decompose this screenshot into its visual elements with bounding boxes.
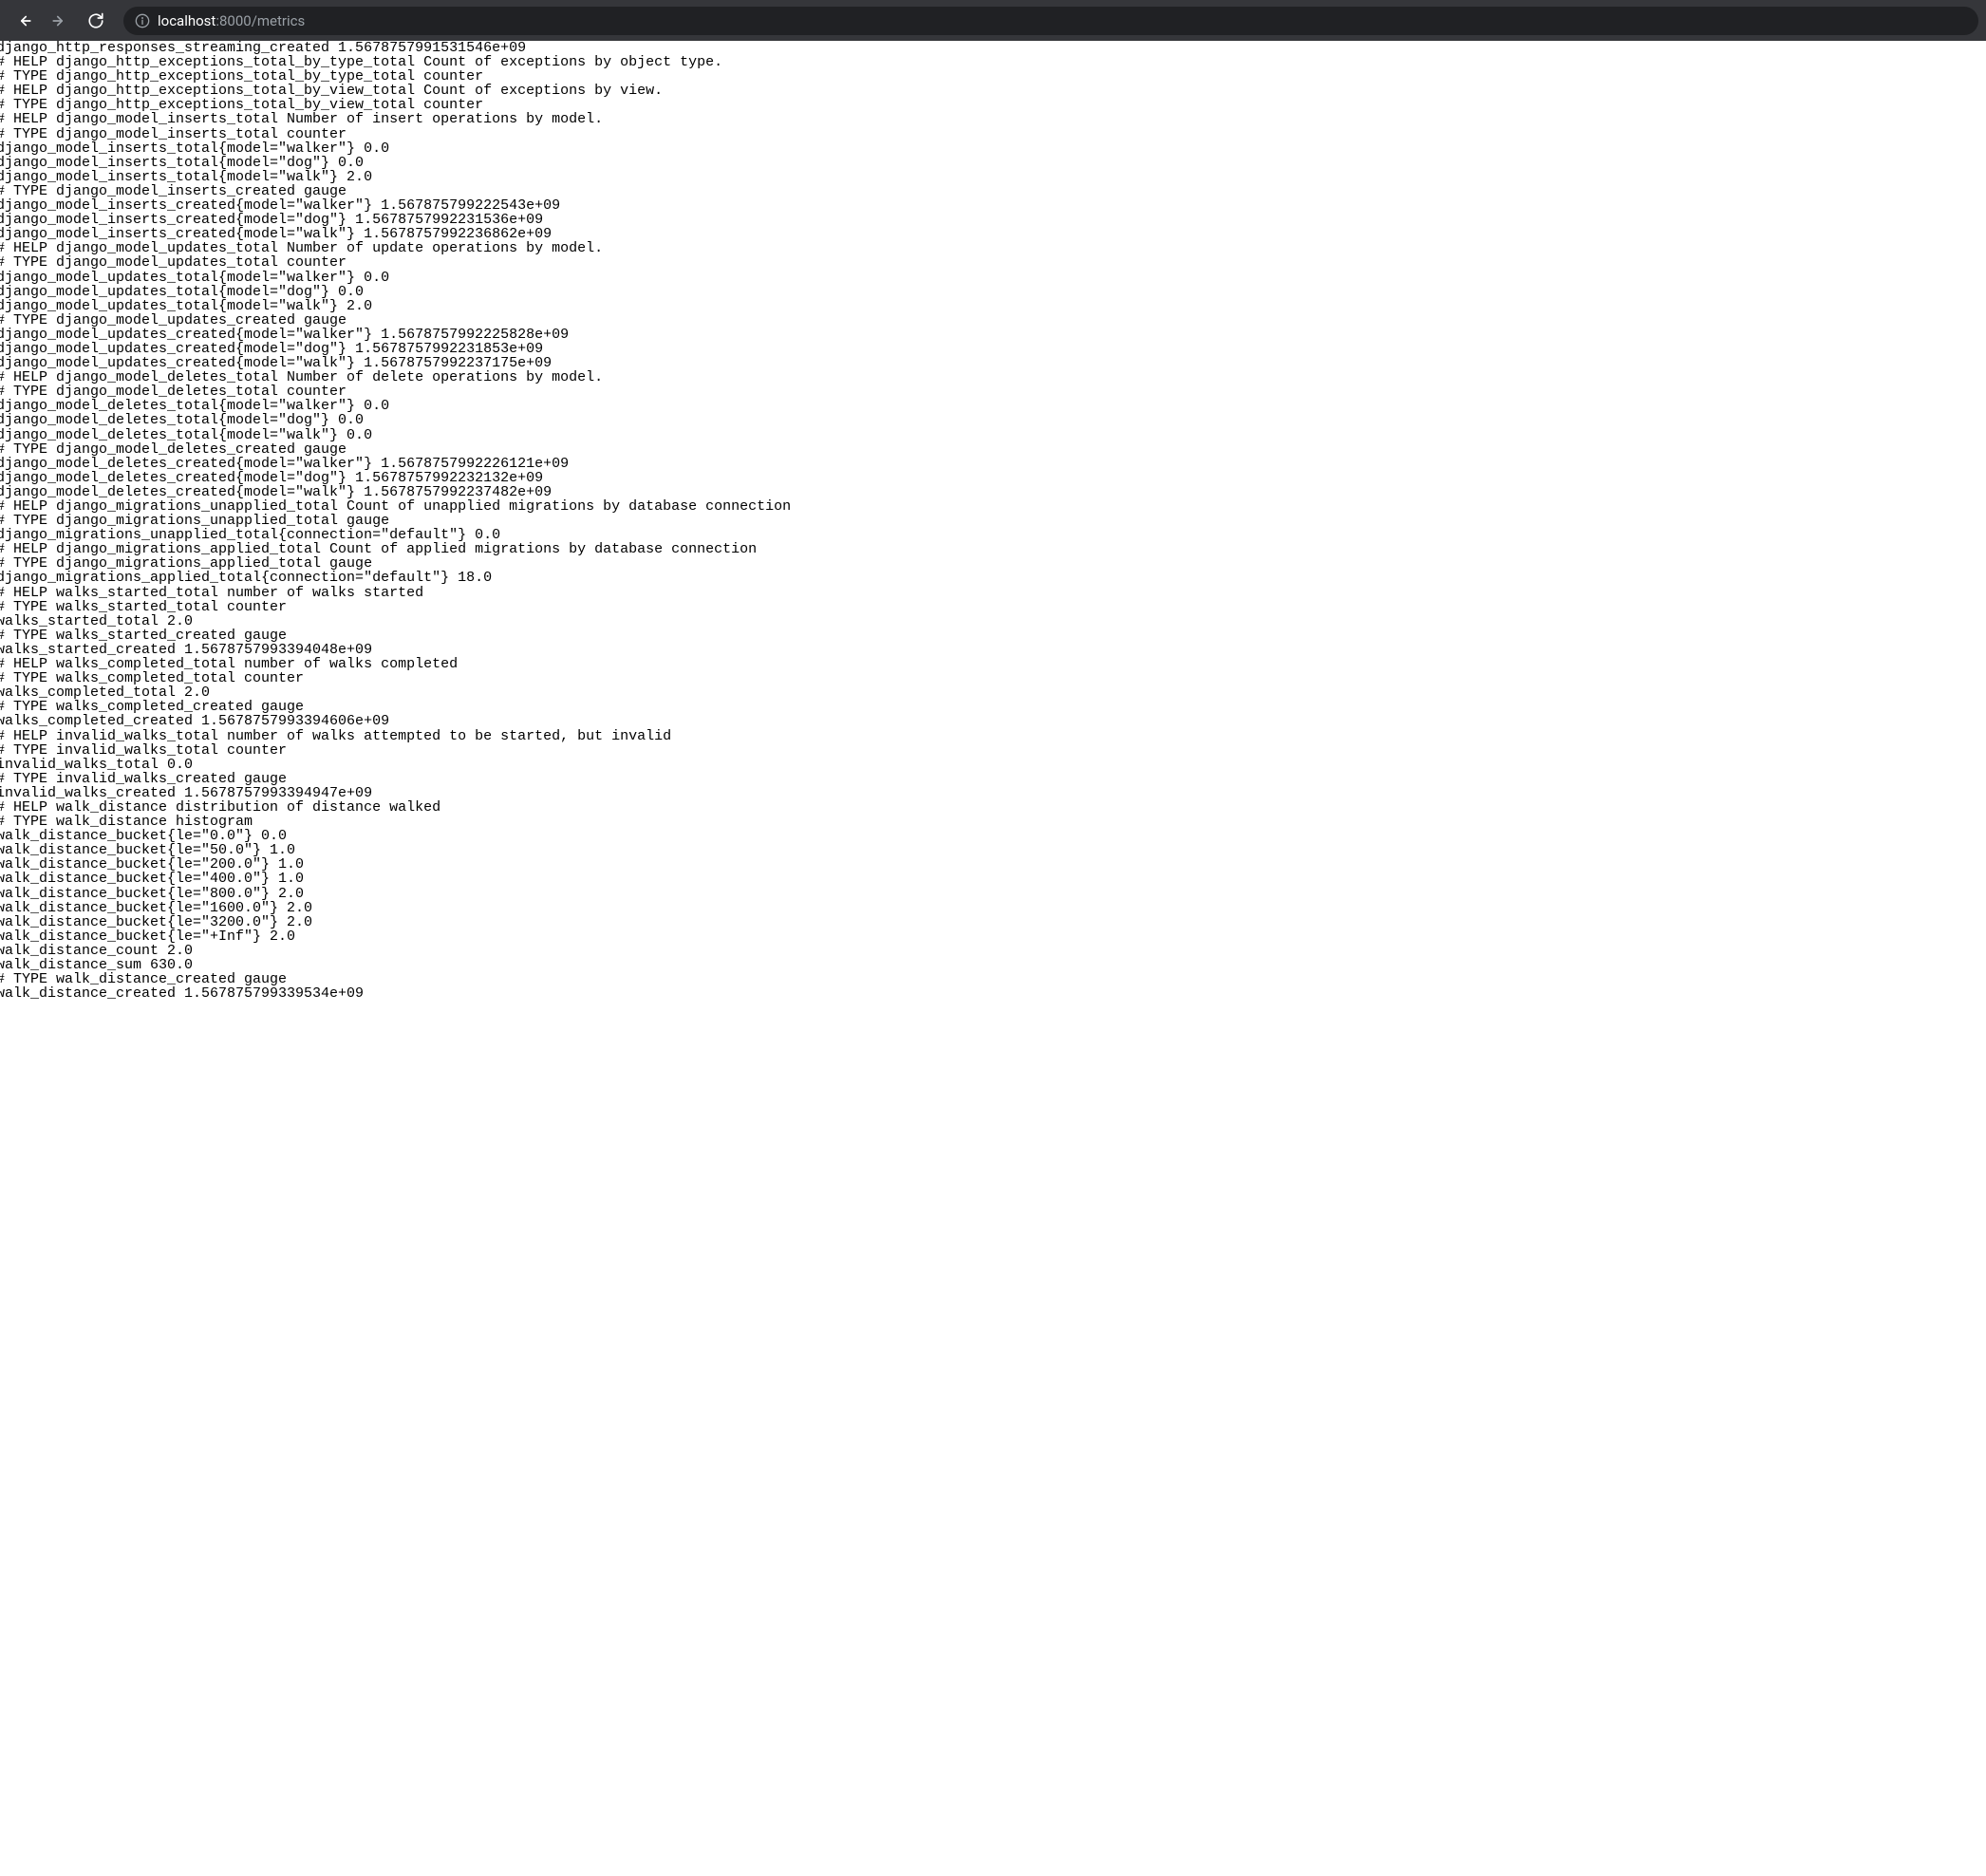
arrow-right-icon xyxy=(51,12,68,29)
address-bar[interactable]: localhost:8000/metrics xyxy=(123,7,1978,35)
site-info-icon[interactable] xyxy=(135,13,150,28)
url-path: /metrics xyxy=(252,12,306,29)
metrics-output: django_http_responses_streaming_created … xyxy=(0,41,1986,1001)
browser-toolbar: localhost:8000/metrics xyxy=(0,0,1986,41)
back-button[interactable] xyxy=(8,5,40,37)
url-text: localhost:8000/metrics xyxy=(158,12,305,29)
reload-icon xyxy=(87,12,104,29)
reload-button[interactable] xyxy=(80,5,112,37)
arrow-left-icon xyxy=(15,12,32,29)
forward-button[interactable] xyxy=(44,5,76,37)
url-host: localhost xyxy=(158,12,215,29)
url-port: :8000 xyxy=(215,12,251,29)
